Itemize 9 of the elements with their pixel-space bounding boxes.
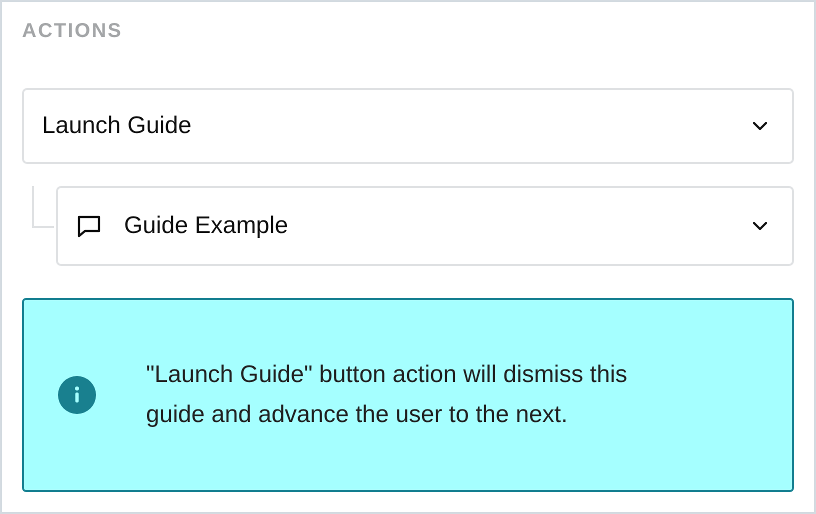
chat-icon	[76, 214, 102, 238]
action-select[interactable]: Launch Guide	[22, 88, 794, 164]
info-icon	[58, 376, 96, 414]
chevron-down-icon	[752, 121, 768, 131]
chevron-down-icon	[752, 221, 768, 231]
info-message: "Launch Guide" button action will dismiss this guide and advance the user to the next.	[146, 360, 628, 430]
section-title: ACTIONS	[22, 20, 124, 44]
guide-select[interactable]: Guide Example	[56, 186, 794, 266]
connector-line	[32, 186, 54, 228]
